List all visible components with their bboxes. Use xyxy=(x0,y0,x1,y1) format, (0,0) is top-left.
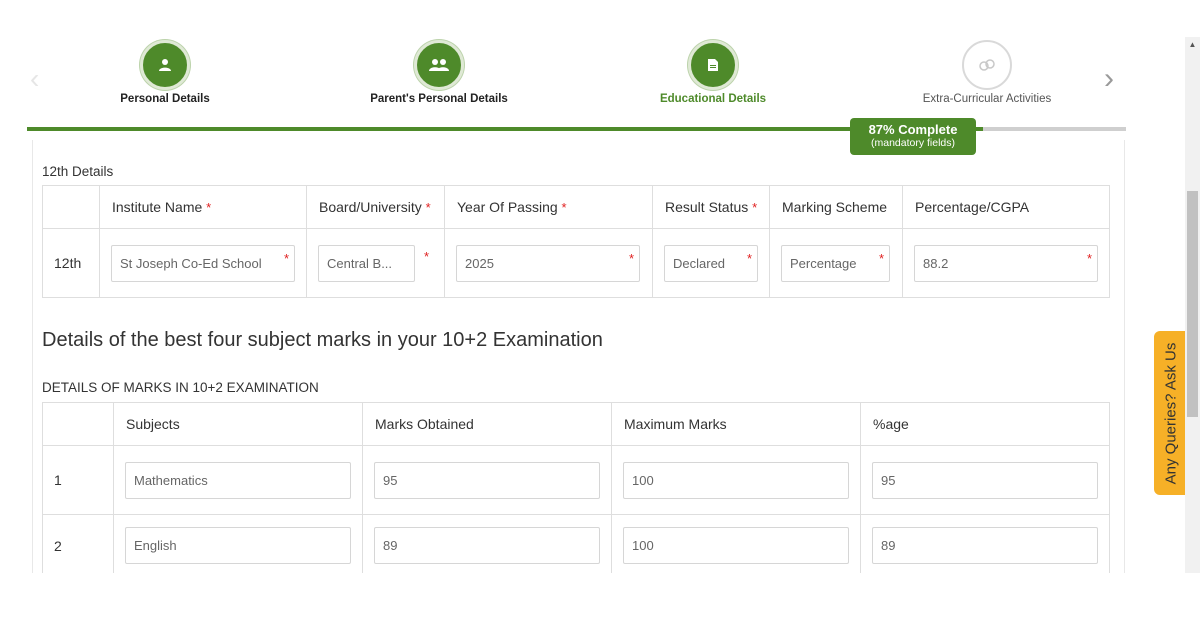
table-header-row: Institute Name * Board/University * Year… xyxy=(42,185,1110,229)
required-marker: * xyxy=(283,250,289,266)
maximum-marks-input[interactable]: 100 xyxy=(623,461,849,499)
percent-input[interactable]: 89 xyxy=(872,527,1098,564)
required-marker: * xyxy=(425,200,431,215)
cell-subject: Mathematics xyxy=(113,445,363,515)
marks-obtained-input[interactable]: 95 xyxy=(374,461,600,499)
marking-scheme-select[interactable]: Percentage * xyxy=(781,244,890,282)
cell-percentage: 88.2 * xyxy=(902,228,1110,298)
header-percentage: Percentage/CGPA xyxy=(902,185,1110,229)
table-row: 1 Mathematics 95 100 95 xyxy=(42,445,1110,515)
progress-subtext: (mandatory fields) xyxy=(870,137,956,149)
header-percent: %age xyxy=(860,402,1110,446)
section-label-12th: 12th Details xyxy=(42,164,114,179)
header-maximum-marks: Maximum Marks xyxy=(611,402,861,446)
table-row: 12th St Joseph Co-Ed School * Central B..… xyxy=(42,228,1110,298)
subject-input[interactable]: English xyxy=(125,527,351,564)
next-step-arrow-icon[interactable]: › xyxy=(1104,64,1124,94)
required-marker: * xyxy=(746,250,752,266)
percentage-input[interactable]: 88.2 * xyxy=(914,244,1098,282)
step-label: Extra-Curricular Activities xyxy=(922,93,1052,105)
subject-input[interactable]: Mathematics xyxy=(125,461,351,499)
ask-us-tab[interactable]: Any Queries? Ask Us xyxy=(1154,331,1188,495)
panel-border-left xyxy=(32,140,33,580)
required-marker: * xyxy=(424,249,430,264)
year-of-passing-select[interactable]: 2025 * xyxy=(456,244,640,282)
marks-section-label: DETAILS OF MARKS IN 10+2 EXAMINATION xyxy=(42,380,319,395)
cell-marking: Percentage * xyxy=(769,228,903,298)
step-personal-details[interactable]: Personal Details xyxy=(65,40,265,105)
progress-fill xyxy=(27,127,984,131)
maximum-marks-input[interactable]: 100 xyxy=(623,527,849,564)
header-institute: Institute Name * xyxy=(99,185,307,229)
step-educational-details[interactable]: Educational Details xyxy=(613,40,813,105)
header-label: Year Of Passing xyxy=(457,199,558,215)
required-marker: * xyxy=(878,250,884,266)
scroll-up-arrow-icon[interactable]: ▲ xyxy=(1185,37,1200,52)
cell-subject: English xyxy=(113,514,363,577)
header-label: Result Status xyxy=(665,199,749,215)
header-blank xyxy=(42,185,100,229)
required-marker: * xyxy=(1086,250,1092,266)
parents-icon xyxy=(414,40,464,90)
step-extra-curricular[interactable]: Extra-Curricular Activities xyxy=(887,40,1087,105)
step-parents-details[interactable]: Parent's Personal Details xyxy=(339,40,539,105)
row-index: 2 xyxy=(42,514,114,577)
step-label: Parent's Personal Details xyxy=(370,93,508,105)
cell-percent: 95 xyxy=(860,445,1110,515)
marks-obtained-input[interactable]: 89 xyxy=(374,527,600,564)
percent-input[interactable]: 95 xyxy=(872,461,1098,499)
scrollbar-thumb[interactable] xyxy=(1187,191,1198,417)
cell-board: Central B... * xyxy=(306,228,445,298)
document-icon xyxy=(688,40,738,90)
cell-institute: St Joseph Co-Ed School * xyxy=(99,228,307,298)
header-marks-obtained: Marks Obtained xyxy=(362,402,612,446)
board-select[interactable]: Central B... xyxy=(318,244,415,282)
prev-step-arrow-icon[interactable]: ‹ xyxy=(30,65,44,93)
row-index: 1 xyxy=(42,445,114,515)
marks-table: Subjects Marks Obtained Maximum Marks %a… xyxy=(42,402,1110,577)
header-board: Board/University * xyxy=(306,185,445,229)
cell-year: 2025 * xyxy=(444,228,653,298)
header-result: Result Status * xyxy=(652,185,770,229)
step-label: Personal Details xyxy=(120,93,210,105)
table-row: 2 English 89 100 89 xyxy=(42,514,1110,577)
activities-icon xyxy=(962,40,1012,90)
user-icon xyxy=(140,40,190,90)
required-marker: * xyxy=(561,200,567,215)
twelfth-details-table: Institute Name * Board/University * Year… xyxy=(42,185,1110,298)
result-status-select[interactable]: Declared * xyxy=(664,244,758,282)
step-label: Educational Details xyxy=(659,93,767,105)
header-blank xyxy=(42,402,114,446)
cell-maximum: 100 xyxy=(611,514,861,577)
progress-badge: 87% Complete (mandatory fields) xyxy=(850,118,976,155)
cell-maximum: 100 xyxy=(611,445,861,515)
viewport-bottom-blank xyxy=(0,573,1185,630)
panel-border-right xyxy=(1124,140,1125,580)
marks-heading: Details of the best four subject marks i… xyxy=(42,329,603,351)
cell-percent: 89 xyxy=(860,514,1110,577)
institute-name-input[interactable]: St Joseph Co-Ed School * xyxy=(111,244,295,282)
progress-text: 87% Complete xyxy=(868,122,958,137)
required-marker: * xyxy=(752,200,758,215)
header-label: Institute Name xyxy=(112,199,203,215)
table-header-row: Subjects Marks Obtained Maximum Marks %a… xyxy=(42,402,1110,446)
required-marker: * xyxy=(206,200,212,215)
required-marker: * xyxy=(628,250,634,266)
header-year: Year Of Passing * xyxy=(444,185,653,229)
header-subjects: Subjects xyxy=(113,402,363,446)
vertical-scrollbar[interactable]: ▲ xyxy=(1185,37,1200,573)
cell-result: Declared * xyxy=(652,228,770,298)
ask-us-label: Any Queries? Ask Us xyxy=(1162,342,1180,484)
header-label: Board/University xyxy=(319,199,422,215)
header-marking: Marking Scheme xyxy=(769,185,903,229)
cell-obtained: 95 xyxy=(362,445,612,515)
cell-obtained: 89 xyxy=(362,514,612,577)
row-label: 12th xyxy=(42,228,100,298)
